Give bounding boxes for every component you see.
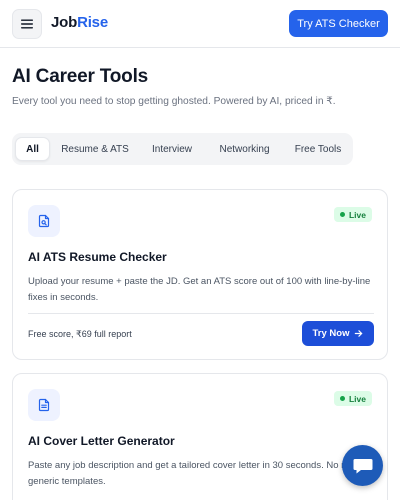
try-now-label: Try Now bbox=[312, 328, 350, 339]
status-dot bbox=[339, 212, 345, 217]
menu-button[interactable] bbox=[12, 9, 42, 39]
chat-button[interactable] bbox=[342, 445, 383, 486]
document-search-icon bbox=[38, 214, 50, 228]
card-title: AI Cover Letter Generator bbox=[28, 434, 175, 448]
logo[interactable]: JobRise bbox=[51, 14, 108, 31]
tool-icon-container bbox=[28, 389, 60, 421]
logo-text-primary: Job bbox=[51, 14, 78, 31]
page-title: AI Career Tools bbox=[12, 66, 149, 87]
status-badge-label: Live bbox=[348, 209, 366, 220]
hamburger-icon bbox=[21, 19, 33, 29]
logo-text-accent: Rise bbox=[77, 14, 108, 31]
category-tabs: All Resume & ATS Interview Networking Fr… bbox=[12, 133, 353, 165]
chat-icon bbox=[353, 458, 372, 473]
card-description: Paste any job description and get a tail… bbox=[28, 460, 363, 487]
tab-interview[interactable]: Interview bbox=[140, 137, 204, 161]
status-badge: Live bbox=[333, 207, 372, 222]
document-text-icon bbox=[38, 398, 50, 412]
status-dot bbox=[339, 396, 345, 401]
tool-card-cover-letter[interactable]: Live AI Cover Letter Generator Paste any… bbox=[12, 373, 388, 500]
try-now-button[interactable]: Try Now bbox=[302, 321, 374, 346]
try-ats-checker-button[interactable]: Try ATS Checker bbox=[289, 10, 388, 37]
card-price: Free score, ₹69 full report bbox=[28, 329, 132, 339]
arrow-right-icon bbox=[355, 330, 363, 337]
tool-icon-container bbox=[28, 205, 60, 237]
tab-networking[interactable]: Networking bbox=[208, 137, 281, 161]
page-subtitle: Every tool you need to stop getting ghos… bbox=[12, 96, 336, 107]
tab-free-tools[interactable]: Free Tools bbox=[285, 137, 351, 161]
top-header: JobRise Try ATS Checker bbox=[0, 0, 400, 48]
tab-all[interactable]: All bbox=[15, 137, 50, 161]
card-description: Upload your resume + paste the JD. Get a… bbox=[28, 276, 371, 303]
tab-resume-ats[interactable]: Resume & ATS bbox=[54, 137, 136, 161]
card-title: AI ATS Resume Checker bbox=[28, 250, 167, 264]
tool-card-ats-checker[interactable]: Live AI ATS Resume Checker Upload your r… bbox=[12, 189, 388, 360]
status-badge: Live bbox=[333, 391, 372, 406]
card-divider bbox=[28, 313, 374, 314]
status-badge-label: Live bbox=[348, 393, 366, 404]
